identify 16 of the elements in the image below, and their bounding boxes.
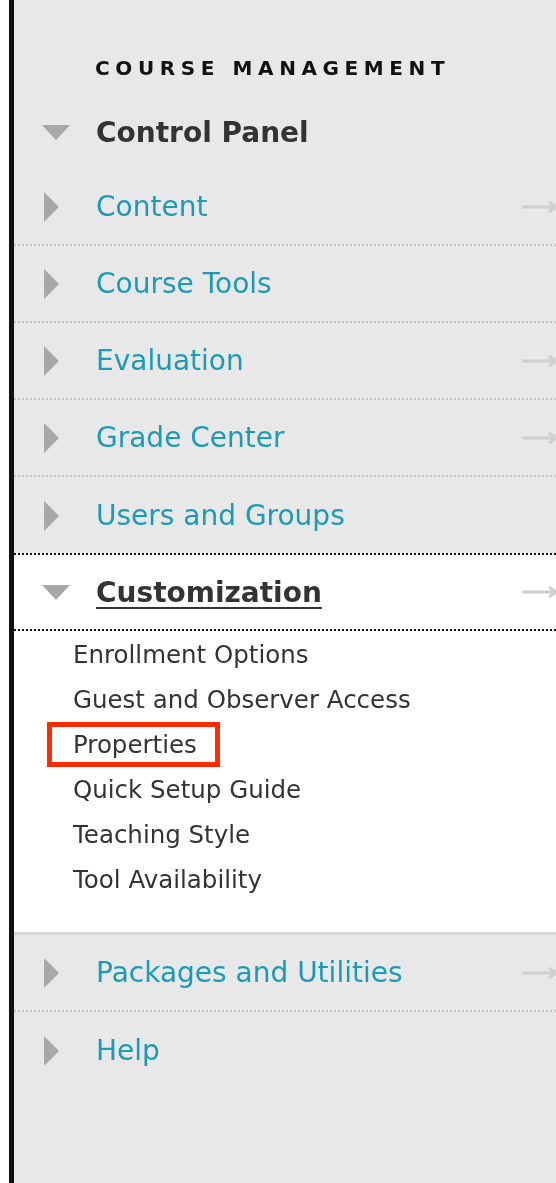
submenu-link[interactable]: Quick Setup Guide [47,767,325,812]
submenu-link[interactable]: Teaching Style [47,812,274,857]
arrow-icon[interactable] [522,586,556,598]
menu-section-link[interactable]: Customization [96,575,322,609]
submenu-link[interactable]: Guest and Observer Access [47,677,434,722]
arrow-icon[interactable] [522,354,556,367]
arrow-icon[interactable] [522,200,556,213]
submenu-link[interactable]: Properties [47,722,220,767]
expanded-triangle-icon[interactable] [42,584,70,600]
submenu-link[interactable]: Enrollment Options [47,632,332,677]
arrow-icon[interactable] [522,431,556,444]
section-heading: COURSE MANAGEMENT [94,55,452,82]
arrow-icon[interactable] [522,966,556,979]
submenu-link[interactable]: Tool Availability [47,857,285,902]
expanded-triangle-icon[interactable] [42,125,70,140]
panel-title[interactable]: Control Panel [96,116,309,149]
